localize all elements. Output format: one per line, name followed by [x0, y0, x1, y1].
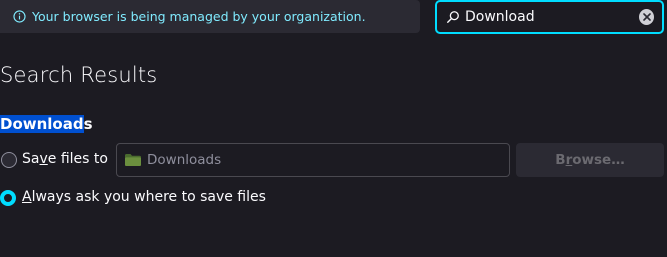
downloads-heading-rest: s	[83, 115, 93, 133]
search-box[interactable]	[435, 0, 664, 34]
folder-icon	[125, 154, 141, 166]
always-ask-label[interactable]: Always ask you where to save files	[22, 189, 266, 205]
always-ask-row: Always ask you where to save files	[0, 186, 667, 210]
save-files-row: Save files to Downloads Br owse…	[0, 143, 667, 177]
managed-notice-text[interactable]: Your browser is being managed by your or…	[32, 9, 366, 24]
search-input[interactable]	[465, 9, 639, 25]
save-files-radio[interactable]	[1, 152, 17, 168]
download-folder-value: Downloads	[147, 152, 222, 168]
download-folder-field[interactable]: Downloads	[116, 143, 510, 177]
browse-button[interactable]: Br owse…	[516, 143, 664, 177]
managed-notice: Your browser is being managed by your or…	[0, 0, 420, 33]
search-match-highlight: Download	[0, 115, 84, 133]
info-icon	[12, 10, 26, 24]
page-title: Search Results	[0, 63, 158, 87]
clear-icon[interactable]	[639, 9, 654, 25]
downloads-heading: Downloads	[0, 115, 93, 133]
always-ask-radio[interactable]	[0, 190, 16, 206]
search-icon	[446, 10, 460, 24]
save-files-label[interactable]: Save files to	[22, 151, 108, 167]
